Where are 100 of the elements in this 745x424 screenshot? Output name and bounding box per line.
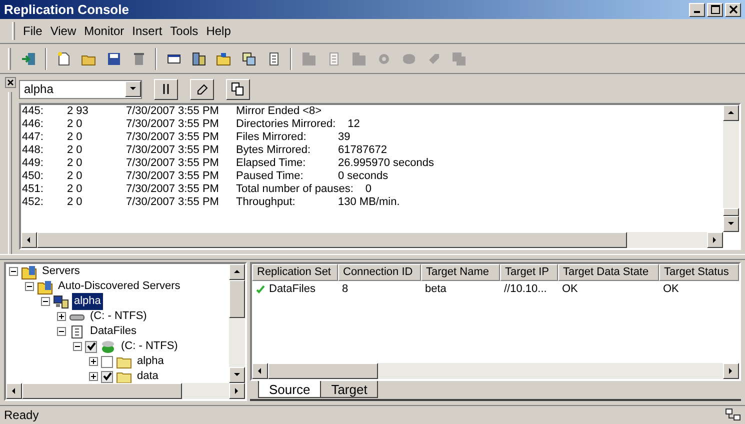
tree-item[interactable]: alpha: [135, 353, 166, 370]
log-time: 7/30/2007 3:55 PM: [126, 145, 220, 156]
scrollbar-thumb[interactable]: [229, 280, 245, 318]
erase-icon: [195, 82, 209, 96]
computer-icon: [53, 294, 69, 310]
tree-item[interactable]: alpha: [72, 293, 103, 310]
checkbox[interactable]: [85, 340, 97, 352]
menu-item[interactable]: Tools: [170, 22, 198, 40]
checkbox[interactable]: [101, 356, 113, 368]
tree-item[interactable]: (C: - NTFS): [119, 338, 180, 355]
expand-toggle[interactable]: [89, 372, 98, 381]
collapse-toggle[interactable]: [25, 282, 34, 291]
scroll-down-button[interactable]: [229, 367, 245, 383]
column-header[interactable]: Connection ID: [338, 264, 421, 281]
log-time: 7/30/2007 3:55 PM: [126, 119, 220, 130]
column-header[interactable]: Target IP: [500, 264, 558, 281]
collapse-toggle[interactable]: [57, 327, 66, 336]
maximize-icon: [710, 5, 720, 14]
scroll-right-button[interactable]: [723, 363, 739, 379]
menu-item[interactable]: File: [23, 22, 42, 40]
save-icon: [106, 50, 122, 66]
scroll-left-button[interactable]: [6, 383, 22, 399]
pause-button[interactable]: [154, 78, 178, 100]
log-code: 2 0: [67, 184, 84, 195]
collapse-toggle[interactable]: [9, 267, 18, 276]
line-number: 447:: [22, 132, 44, 143]
minimize-button[interactable]: [689, 2, 705, 16]
tab[interactable]: Source: [258, 381, 322, 398]
checkbox[interactable]: [101, 370, 113, 382]
line-number: 452:: [22, 197, 44, 208]
minus-icon: [26, 283, 33, 290]
close-icon: [728, 5, 738, 14]
log-time: 7/30/2007 3:55 PM: [126, 197, 220, 208]
column-header[interactable]: Replication Set: [252, 264, 338, 281]
status-text: Ready: [4, 407, 39, 424]
scroll-right-button[interactable]: [229, 383, 245, 399]
scrollbar-thumb[interactable]: [22, 383, 182, 399]
log-time: 7/30/2007 3:55 PM: [126, 158, 220, 169]
tab[interactable]: Target: [320, 381, 378, 398]
expand-toggle[interactable]: [89, 357, 98, 366]
copy-icon: [231, 82, 245, 96]
menu-item[interactable]: Insert: [132, 22, 162, 40]
expand-toggle[interactable]: [57, 312, 66, 321]
scroll-left-button[interactable]: [21, 232, 37, 248]
scroll-right-button[interactable]: [707, 232, 723, 248]
menu-item[interactable]: View: [50, 22, 76, 40]
line-number: 449:: [22, 158, 44, 169]
log-message: Files Mirrored:: [236, 132, 308, 143]
folder-icon: [21, 264, 37, 280]
log-code: 2 0: [67, 132, 84, 143]
column-header[interactable]: Target Name: [421, 264, 500, 281]
tree-item[interactable]: Auto-Discovered Servers: [56, 278, 182, 295]
menu-item[interactable]: Monitor: [84, 22, 124, 40]
erase-button[interactable]: [190, 78, 214, 100]
collapse-toggle[interactable]: [73, 342, 82, 351]
exit-icon: [20, 50, 36, 66]
close-button[interactable]: [725, 2, 741, 16]
column-header[interactable]: Target Data State: [558, 264, 659, 281]
scrollbar-thumb[interactable]: [37, 232, 627, 248]
minus-icon: [74, 343, 81, 350]
copy-button[interactable]: [226, 78, 250, 100]
log-value: 61787672: [338, 145, 387, 156]
server-dropdown[interactable]: alpha: [19, 80, 142, 98]
scroll-up-button[interactable]: [229, 264, 245, 280]
line-number: 450:: [22, 171, 44, 182]
log-message: Mirror Ended <8>: [236, 106, 323, 117]
close-icon: [6, 79, 14, 86]
log-code: 2 0: [67, 197, 84, 208]
dropdown-button[interactable]: [125, 81, 141, 97]
log-value: 0 seconds: [338, 171, 388, 182]
plus-icon: [90, 373, 97, 380]
menu-item[interactable]: Help: [206, 22, 231, 40]
log-value: 130 MB/min.: [338, 197, 400, 208]
log-code: 2 0: [67, 119, 84, 130]
tree-item[interactable]: DataFiles: [88, 323, 138, 340]
log-time: 7/30/2007 3:55 PM: [126, 106, 220, 117]
close-panel-button[interactable]: [4, 77, 16, 88]
table-cell-text: OK: [663, 282, 679, 298]
tree-item[interactable]: Servers: [40, 264, 82, 280]
column-header[interactable]: Target Status: [659, 264, 739, 281]
collapse-toggle[interactable]: [41, 297, 50, 306]
log-code: 2 0: [67, 145, 84, 156]
log-code: 2 0: [67, 158, 84, 169]
tree-item[interactable]: data: [135, 368, 160, 383]
new-icon: [56, 50, 72, 66]
plus-icon: [58, 313, 65, 320]
scroll-left-button[interactable]: [252, 363, 268, 379]
log-value: 26.995970 seconds: [338, 158, 434, 169]
scrollbar-thumb[interactable]: [723, 208, 739, 216]
log-time: 7/30/2007 3:55 PM: [126, 132, 220, 143]
tree-item[interactable]: (C: - NTFS): [88, 308, 149, 325]
line-number: 445:: [22, 106, 44, 117]
log-value: 39: [338, 132, 350, 143]
table-cell-text: DataFiles: [269, 282, 316, 298]
volume-icon: [100, 338, 116, 354]
scrollbar-thumb[interactable]: [268, 363, 378, 379]
log-time: 7/30/2007 3:55 PM: [126, 171, 220, 182]
scroll-down-button[interactable]: [723, 216, 739, 232]
maximize-button[interactable]: [707, 2, 723, 16]
scroll-up-button[interactable]: [723, 105, 739, 121]
